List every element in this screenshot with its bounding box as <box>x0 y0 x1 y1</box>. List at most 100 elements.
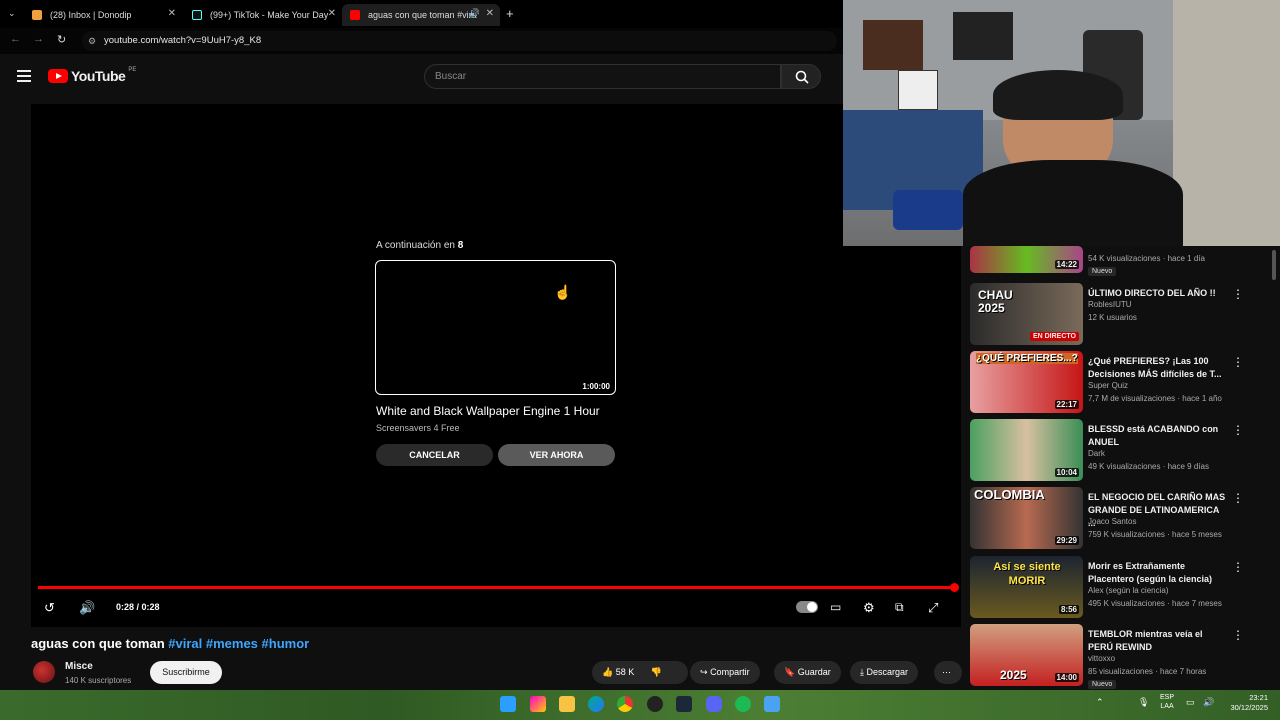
video-meta: 54 K visualizaciones · hace 1 día <box>1088 254 1205 263</box>
taskbar-clock[interactable]: 23:21 30/12/2025 <box>1222 693 1268 713</box>
duration-badge: 14:00 <box>1054 673 1079 682</box>
url-bar[interactable]: ⚙ youtube.com/watch?v=9UuH7-y8_K8 <box>82 31 837 51</box>
recommendation-item[interactable]: Así se siente MORIR 8:56 Morir es Extrañ… <box>970 556 1270 618</box>
recommendation-item[interactable]: CHAU 2025 EN DIRECTO ÚLTIMO DIRECTO DEL … <box>970 283 1270 345</box>
cancel-autoplay-button[interactable]: CANCELAR <box>376 444 493 466</box>
upnext-prefix: A continuación en <box>376 240 455 251</box>
progress-scrubber[interactable] <box>950 583 959 592</box>
audio-playing-icon[interactable]: 🔊 <box>469 8 480 19</box>
tab-list-chevron-icon[interactable]: ⌄ <box>8 8 16 19</box>
search-button[interactable] <box>781 64 821 89</box>
site-info-icon[interactable]: ⚙ <box>88 31 96 51</box>
upnext-title[interactable]: White and Black Wallpaper Engine 1 Hour <box>376 404 600 418</box>
close-tab-icon[interactable]: ✕ <box>168 8 176 19</box>
video-title: BLESSD está ACABANDO con ANUEL <box>1088 424 1219 447</box>
share-button[interactable]: ↪ Compartir <box>690 661 760 684</box>
more-options-icon[interactable]: ⋮ <box>1232 355 1244 369</box>
recommendation-item[interactable]: COLOMBIA 29:29 EL NEGOCIO DEL CARIÑO MAS… <box>970 487 1270 549</box>
volume-icon[interactable]: 🔊 <box>79 600 95 616</box>
search-icon <box>795 70 809 84</box>
recommendation-item[interactable]: 14:22 54 K visualizaciones · hace 1 día … <box>970 246 1270 276</box>
search-input[interactable]: Buscar <box>424 64 781 89</box>
close-tab-icon[interactable]: ✕ <box>328 8 336 19</box>
download-icon: ⤓ <box>860 667 864 677</box>
more-options-icon[interactable]: ⋮ <box>1232 423 1244 437</box>
more-options-icon[interactable]: ⋮ <box>1232 628 1244 642</box>
network-icon[interactable]: ▭ <box>1186 697 1195 708</box>
webcam-overlay <box>843 0 1280 246</box>
language-indicator[interactable]: ESP LAA <box>1160 693 1174 711</box>
more-options-icon[interactable]: ⋮ <box>1232 287 1244 301</box>
progress-bar[interactable] <box>38 586 955 589</box>
copilot-icon[interactable] <box>530 696 546 712</box>
edge-icon[interactable] <box>588 696 604 712</box>
discord-icon[interactable] <box>706 696 722 712</box>
language-code: ESP <box>1160 694 1175 701</box>
dislike-button[interactable]: 👎 <box>651 667 662 677</box>
speaker-icon[interactable]: 🔊 <box>1203 697 1214 708</box>
scrollbar[interactable] <box>1272 250 1276 280</box>
youtube-logo[interactable]: YouTube PE <box>48 67 136 84</box>
autoplay-toggle[interactable] <box>796 601 818 613</box>
miniplayer-icon[interactable]: ⧉ <box>895 600 904 615</box>
more-options-icon[interactable]: ⋮ <box>1232 491 1244 505</box>
video-meta: 495 K visualizaciones · hace 7 meses <box>1088 599 1222 608</box>
file-explorer-icon[interactable] <box>559 696 575 712</box>
like-button[interactable]: 👍 58 K <box>602 667 634 677</box>
tab-youtube-active[interactable]: aguas con que toman #vira 🔊 ✕ <box>342 4 500 26</box>
notepad-icon[interactable] <box>764 696 780 712</box>
hashtag-link[interactable]: #viral <box>168 636 202 651</box>
upnext-channel: Screensavers 4 Free <box>376 423 460 433</box>
more-actions-button[interactable]: ⋯ <box>934 661 962 684</box>
new-tab-button[interactable]: + <box>506 6 514 21</box>
tray-chevron-icon[interactable]: ⌃ <box>1096 697 1104 708</box>
tab-title: (28) Inbox | Donodip <box>50 10 132 20</box>
obs-icon[interactable] <box>647 696 663 712</box>
upnext-countdown: 8 <box>457 240 464 251</box>
recommendation-item[interactable]: 10:04 BLESSD está ACABANDO con ANUEL Dar… <box>970 419 1270 481</box>
video-title: ÚLTIMO DIRECTO DEL AÑO !! <box>1088 288 1216 298</box>
bookmark-icon: 🔖 <box>784 667 796 677</box>
video-meta: 12 K usuarios <box>1088 313 1137 322</box>
fullscreen-icon[interactable]: ⤢ <box>928 600 938 616</box>
download-label: Descargar <box>866 667 909 677</box>
close-tab-icon[interactable]: ✕ <box>486 8 494 19</box>
settings-gear-icon[interactable]: ⚙ <box>863 600 875 616</box>
subscribe-button[interactable]: Suscribirme <box>150 661 222 684</box>
upnext-thumbnail[interactable]: 1:00:00 <box>375 260 616 395</box>
search-placeholder: Buscar <box>435 71 467 82</box>
chrome-icon[interactable] <box>617 696 633 712</box>
video-title: TEMBLOR mientras veía el PERÚ REWIND <box>1088 629 1203 652</box>
forward-icon[interactable]: → <box>33 33 44 45</box>
back-icon[interactable]: ← <box>10 33 21 45</box>
recommendation-item[interactable]: 2025 14:00 TEMBLOR mientras veía el PERÚ… <box>970 624 1270 689</box>
windows-start-icon[interactable] <box>500 696 516 712</box>
channel-avatar[interactable] <box>33 661 55 683</box>
reload-icon[interactable]: ↻ <box>57 33 66 46</box>
subtitles-icon[interactable]: ▭ <box>830 600 841 614</box>
hashtag-link[interactable]: #humor <box>262 636 310 651</box>
recommendation-item[interactable]: ¿QUÉ PREFIERES...? 22:17 ¿Qué PREFIERES?… <box>970 351 1270 413</box>
tiktok-icon <box>192 10 202 20</box>
watch-now-button[interactable]: VER AHORA <box>498 444 615 466</box>
channel-name[interactable]: Misce <box>65 661 93 672</box>
save-label: Guardar <box>797 667 831 677</box>
donodip-icon <box>32 10 42 20</box>
hamburger-menu-icon[interactable] <box>17 70 31 82</box>
subscriber-count: 140 K suscriptores <box>65 676 132 685</box>
tab-tiktok[interactable]: (99+) TikTok - Make Your Day ✕ <box>184 4 342 26</box>
replay-icon[interactable]: ↺ <box>44 600 55 616</box>
tab-donodip[interactable]: (28) Inbox | Donodip ✕ <box>24 4 182 26</box>
steam-icon[interactable] <box>676 696 692 712</box>
logo-text: YouTube <box>71 68 126 84</box>
video-title: ¿Qué PREFIERES? ¡Las 100 Decisiones MÁS … <box>1088 356 1222 379</box>
more-options-icon[interactable]: ⋮ <box>1232 560 1244 574</box>
browser-tab-bar: ⌄ (28) Inbox | Donodip ✕ (99+) TikTok - … <box>0 0 843 28</box>
save-button[interactable]: 🔖 Guardar <box>774 661 841 684</box>
channel-name: RoblesIUTU <box>1088 300 1132 309</box>
spotify-icon[interactable] <box>735 696 751 712</box>
download-button[interactable]: ⤓ Descargar <box>850 661 919 684</box>
hashtag-link[interactable]: #memes <box>206 636 258 651</box>
microphone-icon[interactable]: 🎙 <box>1138 697 1149 708</box>
video-meta: 759 K visualizaciones · hace 5 meses <box>1088 530 1222 539</box>
